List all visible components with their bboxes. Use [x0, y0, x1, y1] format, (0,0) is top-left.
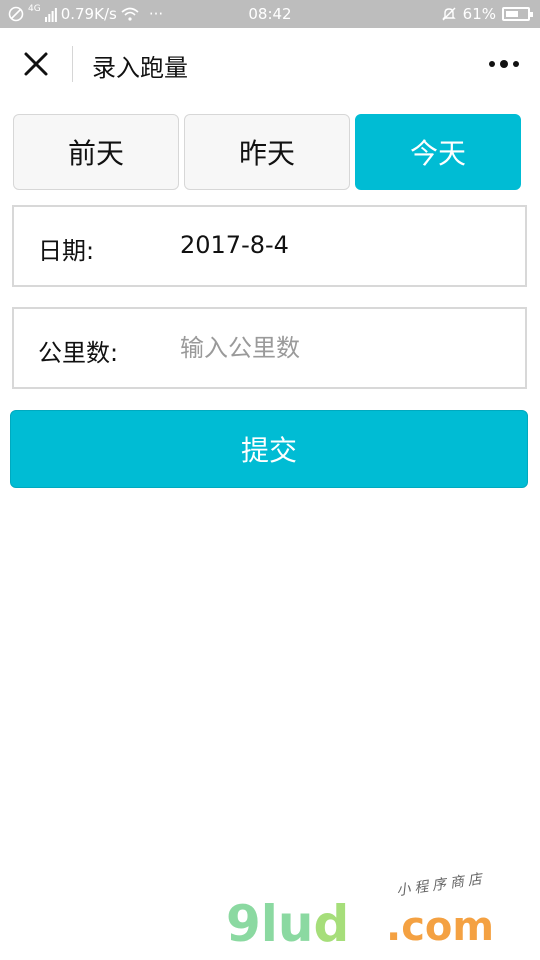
- date-row[interactable]: 日期: 2017-8-4: [12, 205, 527, 287]
- tab-today[interactable]: 今天: [355, 114, 521, 190]
- tab-yesterday[interactable]: 昨天: [184, 114, 350, 190]
- watermark-domain: .com: [386, 904, 495, 950]
- status-bar: 4G 0.79K/s ··· 08:42 61%: [0, 0, 540, 28]
- date-label: 日期:: [38, 237, 95, 265]
- nav-divider: [72, 46, 73, 82]
- day-tabs: 前天 昨天 今天: [13, 114, 521, 190]
- mute-bell-icon: [441, 7, 456, 21]
- close-icon[interactable]: [20, 48, 52, 80]
- tab-day-before-yesterday[interactable]: 前天: [13, 114, 179, 190]
- km-row: 公里数:: [12, 307, 527, 389]
- km-label: 公里数:: [38, 339, 119, 367]
- watermark-logo: 9lud 小程序商店 .com: [226, 871, 516, 954]
- page-title: 录入跑量: [92, 54, 188, 82]
- watermark-tagline: 小程序商店: [395, 870, 487, 900]
- more-icon[interactable]: [488, 56, 520, 72]
- submit-button[interactable]: 提交: [10, 410, 528, 488]
- km-input[interactable]: [180, 323, 500, 373]
- battery-percent: 61%: [462, 5, 496, 23]
- status-right: 61%: [441, 4, 533, 24]
- watermark-brand: 9lud: [226, 895, 350, 953]
- battery-icon: [502, 7, 533, 21]
- nav-bar: 录入跑量: [0, 28, 540, 100]
- date-value[interactable]: 2017-8-4: [180, 231, 289, 259]
- battery-fill: [506, 11, 519, 17]
